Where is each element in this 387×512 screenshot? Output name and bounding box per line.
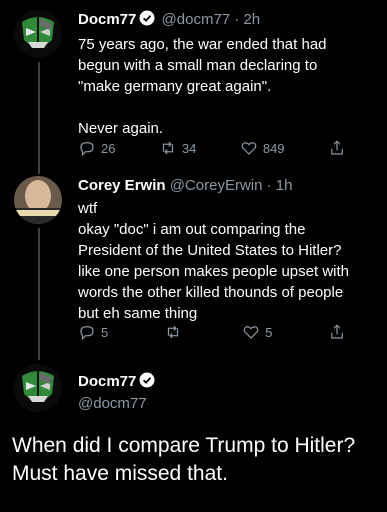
tweet-line: words the other killed thounds of people (78, 284, 344, 301)
reply-button[interactable]: 26 (78, 139, 115, 157)
retweet-button[interactable] (164, 323, 187, 341)
like-count: 849 (262, 140, 285, 156)
tweet-line: 75 years ago, the war ended that had (78, 36, 327, 53)
share-button[interactable] (328, 139, 346, 157)
tweet-line: Must have missed that. (12, 462, 228, 485)
author-name[interactable]: Docm77 (78, 373, 136, 390)
tweet-text: wtf okay "doc" i am out comparing the Pr… (78, 198, 375, 324)
tweet-text: 75 years ago, the war ended that had beg… (78, 34, 375, 139)
tweet-line: Never again. (78, 120, 164, 137)
heart-icon (243, 326, 259, 339)
tweet-line: When did I compare Trump to Hitler? (12, 434, 356, 457)
avatar[interactable] (14, 176, 62, 224)
like-button[interactable]: 5 (242, 323, 272, 341)
author-name[interactable]: Corey Erwin (78, 177, 166, 194)
timestamp[interactable]: · 2h (234, 11, 260, 28)
reply-count: 5 (101, 324, 109, 340)
like-count: 5 (265, 324, 273, 340)
author-handle[interactable]: @CoreyErwin (170, 177, 263, 194)
tweet-actions: 26 34 849 (78, 138, 346, 158)
timestamp[interactable]: · 1h (267, 177, 293, 194)
author-handle[interactable]: @docm77 (162, 11, 231, 28)
thread-line (38, 228, 40, 360)
tweet-text: When did I compare Trump to Hitler? Must… (12, 432, 375, 488)
author-name[interactable]: Docm77 (78, 11, 136, 28)
heart-icon (241, 142, 257, 155)
share-icon (331, 140, 343, 155)
share-icon (331, 324, 343, 339)
author-handle[interactable]: @docm77 (78, 394, 157, 414)
retweet-icon (162, 141, 174, 155)
tweet-line: President of the United States to Hitler… (78, 242, 342, 259)
tweet-line: begun with a small man declaring to (78, 57, 318, 74)
retweet-count: 34 (181, 140, 197, 156)
reply-count: 26 (101, 140, 116, 156)
tweet-line: "make germany great again". (78, 78, 272, 95)
tweet-line: okay "doc" i am out comparing the (78, 221, 306, 238)
share-button[interactable] (328, 323, 346, 341)
verified-badge-icon (139, 372, 155, 394)
avatar[interactable] (14, 10, 62, 58)
retweet-button[interactable]: 34 (159, 139, 196, 157)
tweet-line: like one person makes people upset with (78, 263, 349, 280)
reply-icon (80, 142, 94, 157)
verified-badge-icon (139, 10, 155, 32)
reply-button[interactable]: 5 (78, 323, 108, 341)
reply-icon (80, 326, 94, 341)
tweet-line: wtf (78, 200, 98, 217)
avatar[interactable] (14, 364, 62, 412)
tweet-line: but eh same thing (78, 305, 198, 322)
tweet-actions: 5 5 (78, 322, 346, 342)
retweet-icon (167, 325, 178, 339)
thread-line (38, 62, 40, 174)
like-button[interactable]: 849 (240, 139, 285, 157)
